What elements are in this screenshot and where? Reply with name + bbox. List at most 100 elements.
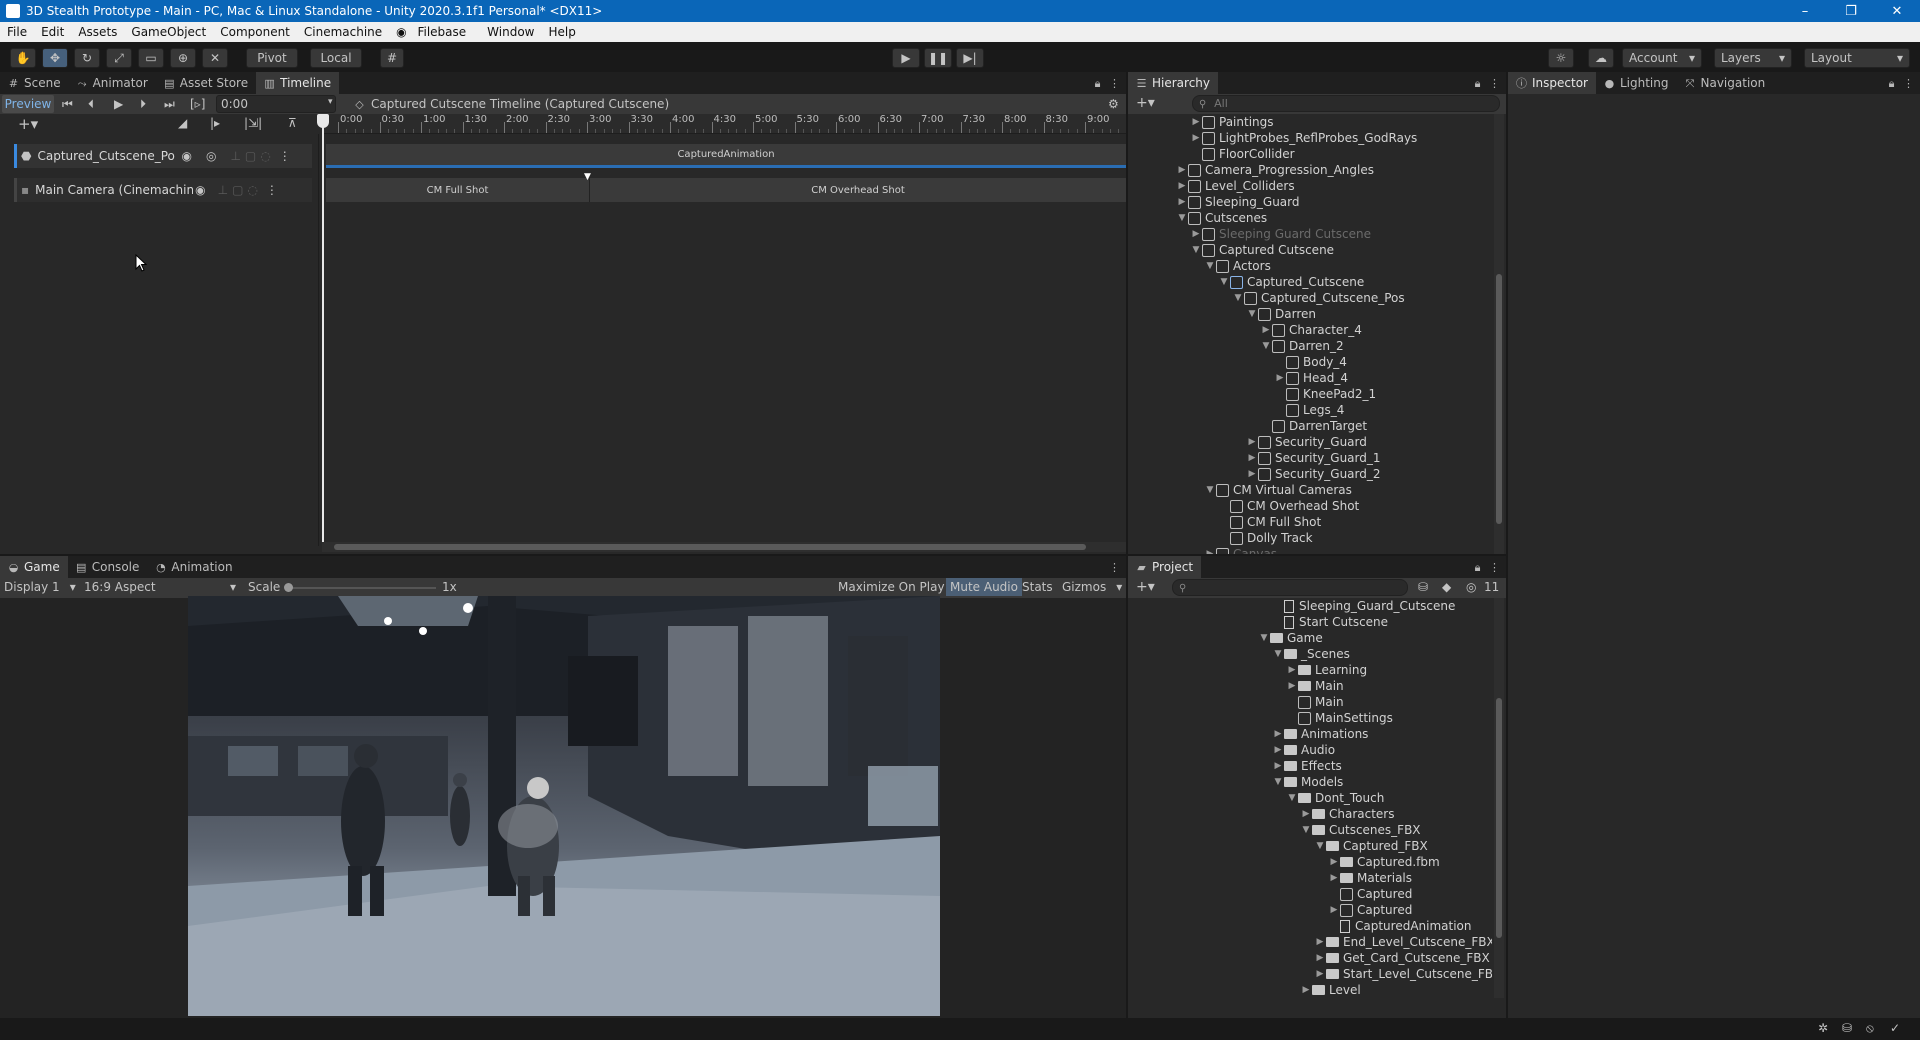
cache-icon[interactable]: ⛁	[1842, 1021, 1852, 1035]
playhead-handle[interactable]	[317, 114, 329, 128]
expand-down-icon[interactable]: ▼	[1272, 649, 1284, 659]
hierarchy-item[interactable]: ▶ Paintings	[1190, 114, 1274, 130]
tab-navigation[interactable]: ⤧ Navigation	[1677, 72, 1774, 94]
project-item[interactable]: MainSettings	[1286, 710, 1393, 726]
project-item[interactable]: ▶ Materials	[1328, 870, 1412, 886]
hierarchy-item[interactable]: ▶ Character_4	[1260, 322, 1362, 338]
label-icon[interactable]: ◆	[1442, 580, 1451, 594]
debug-icon[interactable]: ✲	[1818, 1021, 1828, 1035]
expand-right-icon[interactable]: ▶	[1246, 437, 1258, 447]
tab-animator[interactable]: ⤳ Animator	[69, 72, 156, 94]
playhead[interactable]	[322, 114, 324, 546]
step-button[interactable]: ▶|	[956, 48, 984, 68]
tab-game[interactable]: ◒ Game	[0, 556, 68, 578]
menu-file[interactable]: File	[0, 25, 34, 39]
kebab-menu-icon[interactable]: ⋮	[1903, 78, 1914, 89]
loop-icon[interactable]: [▹]	[190, 97, 205, 111]
display-dropdown[interactable]: Display 1 ▾	[4, 580, 76, 594]
tab-animation[interactable]: ◔ Animation	[147, 556, 240, 578]
project-item[interactable]: ▼ Game	[1258, 630, 1323, 646]
hierarchy-item[interactable]: ▼ Darren_2	[1260, 338, 1344, 354]
hierarchy-item[interactable]: ▼ Captured Cutscene	[1190, 242, 1335, 258]
tab-console[interactable]: ▤ Console	[68, 556, 148, 578]
hierarchy-item[interactable]: ▶ Level_Colliders	[1176, 178, 1295, 194]
aspect-dropdown[interactable]: 16:9 Aspect ▾	[84, 580, 236, 594]
next-frame-icon[interactable]: ⏵	[140, 97, 146, 112]
filter-type-icon[interactable]: ⛁	[1418, 580, 1428, 594]
kebab-menu-icon[interactable]: ⋮	[1109, 78, 1120, 89]
hierarchy-item[interactable]: DarrenTarget	[1260, 418, 1367, 434]
hierarchy-vertical-scrollbar[interactable]	[1494, 114, 1504, 554]
hierarchy-item[interactable]: ▶ Security_Guard_1	[1246, 450, 1381, 466]
project-item[interactable]: ▶ Animations	[1272, 726, 1369, 742]
lock-icon[interactable]: 🔒︎	[1886, 78, 1897, 89]
close-button[interactable]: ✕	[1874, 0, 1920, 22]
layers-dropdown[interactable]: Layers ▾	[1714, 48, 1792, 68]
project-item[interactable]: ▼ _Scenes	[1272, 646, 1350, 662]
expand-right-icon[interactable]: ▶	[1246, 453, 1258, 463]
expand-right-icon[interactable]: ▶	[1300, 985, 1312, 995]
lock-icon[interactable]: 🔒︎	[1092, 78, 1103, 89]
project-item[interactable]: Sleeping_Guard_Cutscene	[1272, 598, 1455, 614]
time-field[interactable]: 0:00	[216, 95, 336, 113]
hierarchy-item[interactable]: ▶ Sleeping_Guard	[1176, 194, 1300, 210]
expand-right-icon[interactable]: ▶	[1272, 761, 1284, 771]
move-tool-button[interactable]: ✥	[42, 48, 68, 68]
layout-dropdown[interactable]: Layout ▾	[1804, 48, 1910, 68]
pin-icon[interactable]: ⊥	[230, 149, 240, 163]
expand-right-icon[interactable]: ▶	[1190, 229, 1202, 239]
kebab-menu-icon[interactable]: ⋮	[279, 149, 291, 163]
play-button[interactable]: ▶	[892, 48, 920, 68]
goto-start-icon[interactable]: ⏮	[62, 97, 73, 112]
expand-right-icon[interactable]: ▶	[1286, 665, 1298, 675]
menu-gameobject[interactable]: GameObject	[124, 25, 213, 39]
record-icon[interactable]: ◎	[206, 149, 216, 163]
hierarchy-item[interactable]: Dolly Track	[1218, 530, 1313, 546]
lock-icon[interactable]: ▢	[245, 149, 256, 163]
prev-frame-icon[interactable]: ⏴	[88, 97, 94, 112]
goto-end-icon[interactable]: ⏭	[164, 97, 175, 112]
tab-hierarchy[interactable]: ☰ Hierarchy	[1128, 72, 1219, 94]
project-item[interactable]: ▶ Level	[1300, 982, 1361, 998]
tab-inspector[interactable]: ⓘ Inspector	[1508, 72, 1596, 94]
chevron-down-icon[interactable]: ▾	[328, 97, 333, 107]
marker-icon[interactable]: ⊼	[288, 116, 297, 130]
expand-down-icon[interactable]: ▼	[1232, 293, 1244, 303]
mute-icon[interactable]: ◌	[260, 149, 270, 163]
hierarchy-item[interactable]: ▶ Sleeping Guard Cutscene	[1190, 226, 1372, 242]
clip-cm-full-shot[interactable]: CM Full Shot	[326, 178, 590, 202]
hierarchy-item[interactable]: Body_4	[1274, 354, 1347, 370]
preview-toggle[interactable]: Preview	[2, 95, 54, 113]
mute-icon[interactable]: ◌	[247, 183, 257, 197]
hierarchy-item[interactable]: ▶ Security_Guard_2	[1246, 466, 1381, 482]
curves-icon[interactable]: ◢	[178, 116, 187, 130]
gizmos-dropdown[interactable]: Gizmos ▾	[1062, 580, 1122, 594]
project-item[interactable]: ▶ Effects	[1272, 758, 1342, 774]
expand-down-icon[interactable]: ▼	[1258, 633, 1270, 643]
tab-project[interactable]: ▰ Project	[1128, 556, 1202, 578]
cloud-button[interactable]: ☁	[1588, 48, 1614, 68]
kebab-menu-icon[interactable]: ⋮	[1489, 562, 1500, 573]
expand-right-icon[interactable]: ▶	[1176, 165, 1188, 175]
restore-button[interactable]: ❐	[1828, 0, 1874, 22]
expand-down-icon[interactable]: ▼	[1286, 793, 1298, 803]
scale-slider-handle[interactable]	[284, 583, 293, 592]
project-item[interactable]: ▼ Dont_Touch	[1286, 790, 1385, 806]
scroll-thumb[interactable]	[1496, 274, 1502, 524]
project-item[interactable]: Main	[1286, 694, 1344, 710]
project-search-input[interactable]: ⚲	[1172, 579, 1408, 596]
expand-right-icon[interactable]: ▶	[1176, 197, 1188, 207]
expand-right-icon[interactable]: ▶	[1300, 809, 1312, 819]
expand-down-icon[interactable]: ▼	[1246, 309, 1258, 319]
hierarchy-item[interactable]: ▼ Captured_Cutscene_Pos	[1232, 290, 1405, 306]
tab-timeline[interactable]: ▥ Timeline	[256, 72, 340, 94]
expand-right-icon[interactable]: ▶	[1314, 937, 1326, 947]
expand-down-icon[interactable]: ▼	[1272, 777, 1284, 787]
hand-tool-button[interactable]: ✋	[10, 48, 36, 68]
hierarchy-item[interactable]: ▼ CM Virtual Cameras	[1204, 482, 1352, 498]
tab-asset-store[interactable]: ▤ Asset Store	[156, 72, 256, 94]
collab-button[interactable]: ☼	[1548, 48, 1574, 68]
project-item[interactable]: ▶ Captured.fbm	[1328, 854, 1440, 870]
add-track-icon[interactable]: +▾	[18, 115, 38, 133]
mute-audio-toggle[interactable]: Mute Audio	[946, 578, 1022, 596]
